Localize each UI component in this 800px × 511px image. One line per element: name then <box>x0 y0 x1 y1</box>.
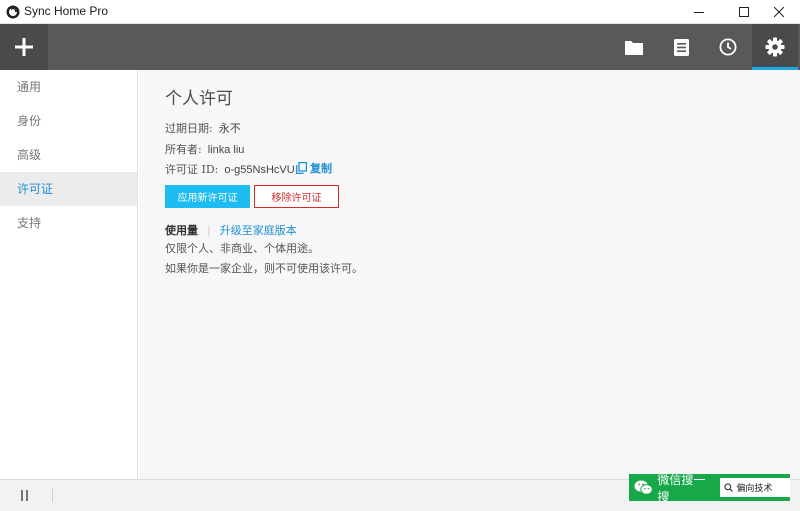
document-icon <box>673 38 689 56</box>
license-id-row: 许可证 ID: o-g55NsHcVU <box>165 161 295 177</box>
page-title: 个人许可 <box>165 89 233 109</box>
sidebar-item-general[interactable]: 通用 <box>0 70 137 104</box>
toolbar <box>0 24 800 70</box>
history-button[interactable] <box>705 24 751 70</box>
clock-icon <box>719 38 737 56</box>
window-title: Sync Home Pro <box>24 4 109 18</box>
close-button[interactable] <box>762 0 796 24</box>
owner-row: 所有者: linka liu <box>165 141 244 157</box>
folders-button[interactable] <box>611 24 657 70</box>
copy-icon <box>296 162 307 174</box>
sidebar-item-license[interactable]: 许可证 <box>0 172 137 206</box>
apply-license-button[interactable]: 应用新许可证 <box>165 185 250 208</box>
minimize-icon <box>694 12 704 13</box>
title-bar: Sync Home Pro <box>0 0 800 24</box>
watermark-search-text: 偏向技术 <box>736 484 773 494</box>
upgrade-link[interactable]: 升级至家庭版本 <box>220 222 297 238</box>
settings-sidebar: 通用 身份 高级 许可证 支持 <box>0 70 138 479</box>
remove-license-button[interactable]: 移除许可证 <box>254 185 339 208</box>
expiry-row: 过期日期: 永不 <box>165 120 241 136</box>
app-logo-icon <box>6 5 20 19</box>
gear-icon <box>765 37 785 57</box>
maximize-button[interactable] <box>727 0 761 24</box>
usage-label: 使用量 <box>165 224 198 237</box>
sidebar-item-identity[interactable]: 身份 <box>0 104 137 138</box>
owner-value: linka liu <box>207 144 245 156</box>
usage-note-business: 如果你是一家企业，则不可使用该许可。 <box>165 262 363 275</box>
license-id-value: o-g55NsHcVU <box>224 164 295 176</box>
license-id-label: 许可证 ID: <box>165 163 219 176</box>
watermark-search-box: 偏向技术 <box>720 478 791 497</box>
sidebar-item-support[interactable]: 支持 <box>0 206 137 240</box>
expiry-value: 永不 <box>218 122 241 135</box>
plus-icon <box>15 38 33 56</box>
maximize-icon <box>739 7 749 17</box>
sidebar-item-advanced[interactable]: 高级 <box>0 138 137 172</box>
divider <box>52 488 53 502</box>
wechat-search-watermark: 微信搜一搜 偏向技术 <box>629 473 791 504</box>
usage-note-personal: 仅限个人、非商业、个体用途。 <box>165 242 319 255</box>
license-panel: 个人许可 过期日期: 永不 所有者: linka liu 许可证 ID: o-g55N… <box>139 70 800 479</box>
watermark-label: 微信搜一搜 <box>657 472 706 504</box>
close-icon <box>774 7 784 17</box>
minimize-button[interactable] <box>682 0 716 24</box>
log-button[interactable] <box>658 24 704 70</box>
pause-sync-button[interactable] <box>19 490 31 502</box>
wechat-icon <box>634 480 653 495</box>
search-icon <box>724 483 734 492</box>
copy-label: 复制 <box>310 162 332 175</box>
owner-label: 所有者: <box>165 143 202 156</box>
folder-icon <box>625 40 643 55</box>
usage-row: 使用量 | 升级至家庭版本 <box>165 222 297 238</box>
separator: | <box>207 223 211 237</box>
settings-button[interactable] <box>752 24 798 70</box>
copy-license-button[interactable]: 复制 <box>296 160 332 176</box>
add-folder-button[interactable] <box>0 24 48 70</box>
expiry-label: 过期日期: <box>165 122 213 135</box>
